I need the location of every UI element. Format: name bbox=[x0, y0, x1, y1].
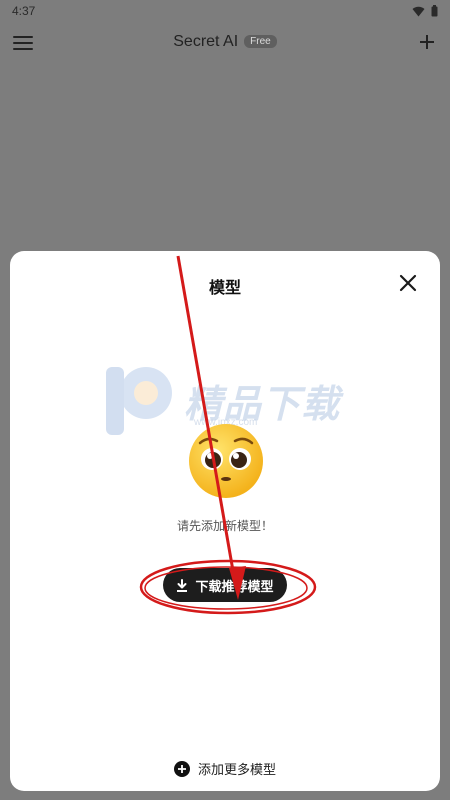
add-more-models-label: 添加更多模型 bbox=[197, 762, 276, 777]
plus-icon[interactable] bbox=[419, 32, 435, 54]
download-recommended-model-button[interactable]: 下载推荐模型 bbox=[163, 568, 287, 602]
watermark-logo-icon bbox=[106, 367, 172, 435]
app-title-text: Secret AI bbox=[173, 33, 239, 50]
wifi-icon bbox=[412, 6, 425, 16]
status-bar: 4:37 bbox=[0, 0, 450, 22]
pleading-face-emoji bbox=[189, 424, 263, 498]
app-bar: Secret AI Free bbox=[0, 24, 450, 64]
close-icon[interactable] bbox=[398, 273, 418, 293]
download-icon bbox=[177, 578, 188, 592]
add-more-models-button[interactable]: 添加更多模型 bbox=[10, 759, 440, 778]
model-bottom-sheet: 模型 精品下载 www.jpxz.com 请先添加新模型！ 下载推荐模型 添加更… bbox=[10, 251, 440, 791]
app-title: Secret AI Free bbox=[0, 33, 450, 51]
sheet-title: 模型 bbox=[208, 280, 241, 297]
battery-icon bbox=[431, 5, 438, 17]
free-badge: Free bbox=[244, 35, 277, 48]
status-icons bbox=[412, 5, 438, 17]
empty-state-message: 请先添加新模型！ bbox=[176, 519, 273, 533]
plus-circle-icon bbox=[173, 760, 190, 777]
status-time: 4:37 bbox=[12, 4, 36, 18]
download-button-label: 下载推荐模型 bbox=[195, 578, 274, 594]
